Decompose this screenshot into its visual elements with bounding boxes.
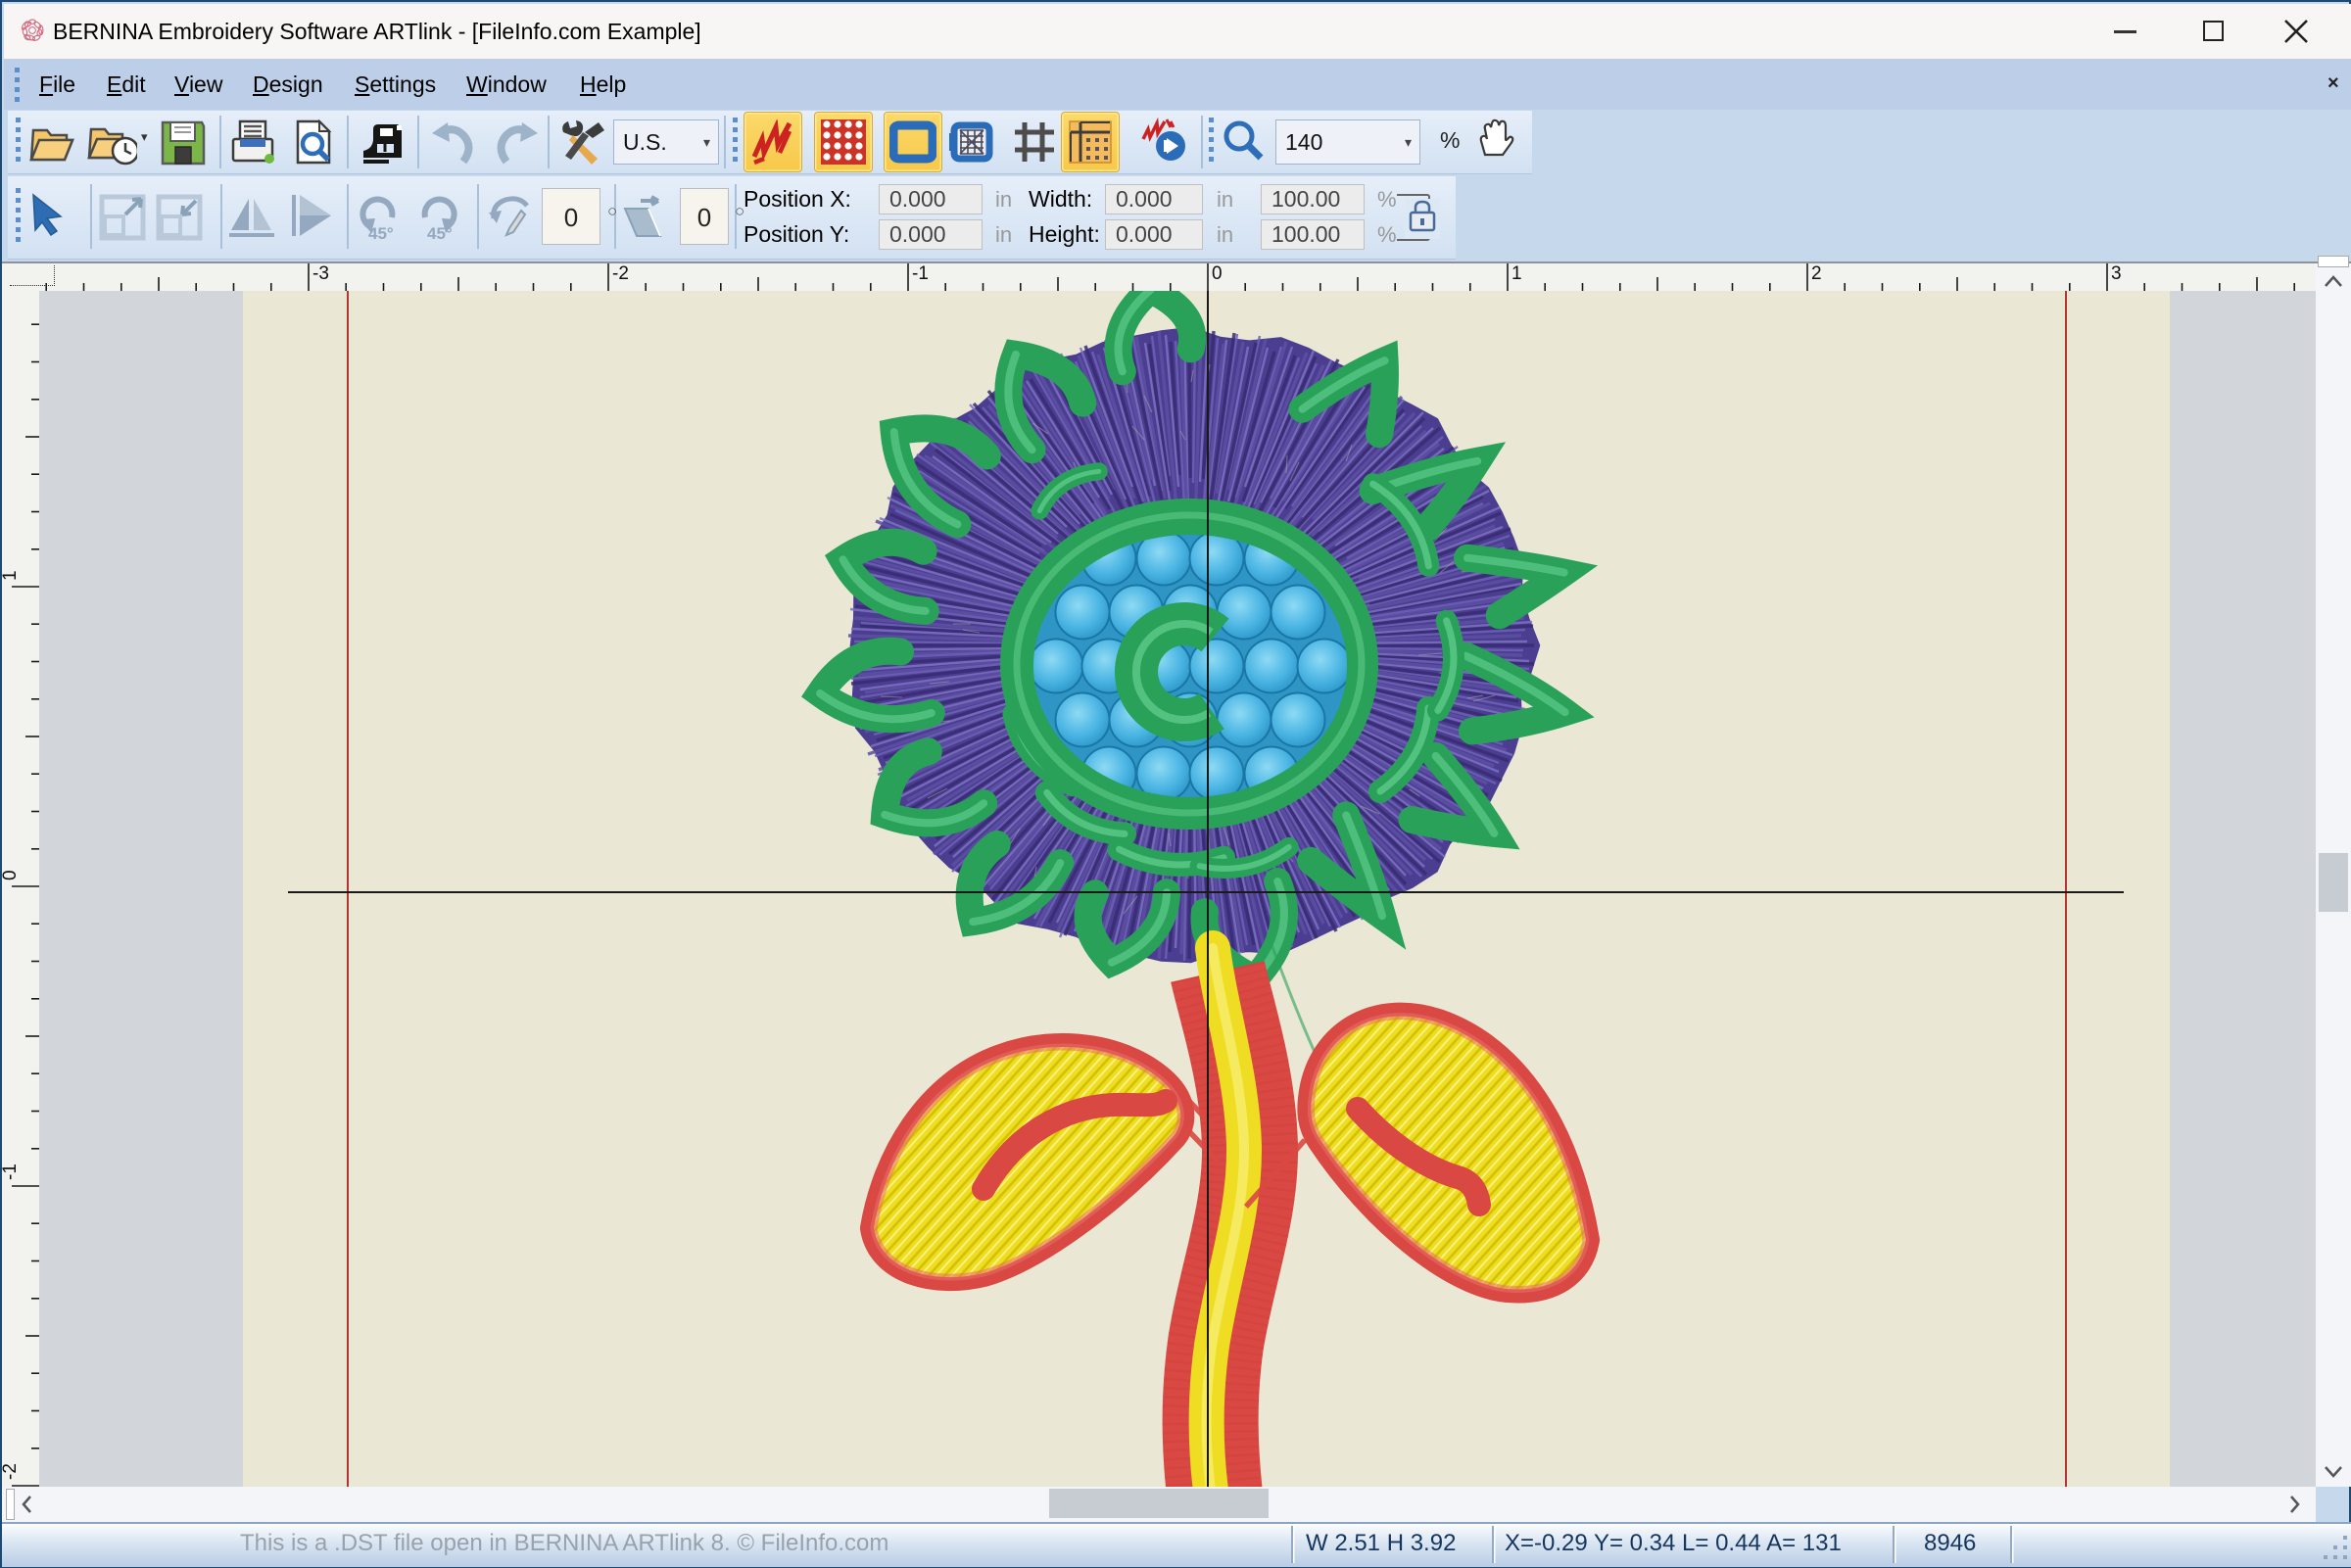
- svg-text:-2: -2: [612, 263, 629, 284]
- svg-text:2: 2: [1811, 263, 1822, 284]
- svg-text:0: 0: [1212, 263, 1223, 284]
- svg-text:-1: -1: [2, 1164, 21, 1180]
- svg-text:3: 3: [2111, 263, 2122, 284]
- svg-text:1: 1: [2, 570, 21, 581]
- svg-text:-1: -1: [912, 263, 929, 284]
- svg-text:1: 1: [1511, 263, 1522, 284]
- svg-text:45°: 45°: [368, 224, 394, 242]
- svg-text:0: 0: [2, 870, 21, 880]
- svg-text:-3: -3: [312, 263, 329, 284]
- svg-text:45°: 45°: [427, 224, 453, 242]
- svg-text:-2: -2: [2, 1463, 21, 1480]
